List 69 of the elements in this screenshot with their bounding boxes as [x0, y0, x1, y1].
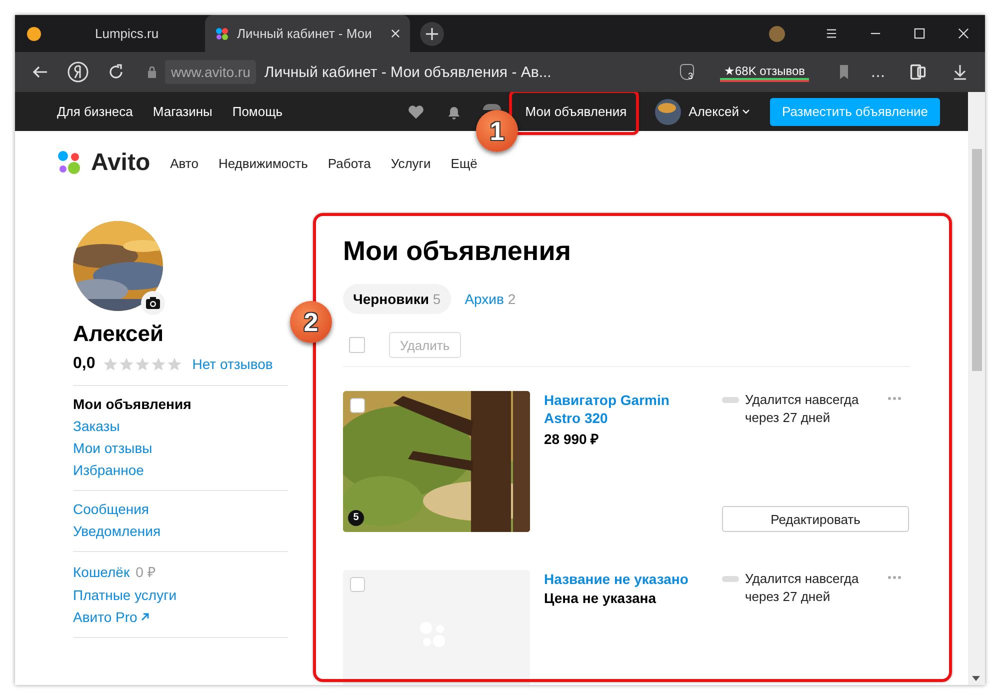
maximize-icon[interactable]	[914, 28, 924, 39]
sidebar-link[interactable]: Заказы	[73, 418, 120, 434]
checkbox[interactable]	[350, 398, 365, 413]
reviews-badge[interactable]: ★68K отзывов	[720, 62, 809, 82]
edit-button[interactable]: Редактировать	[722, 506, 909, 532]
page-title: Мои объявления	[343, 235, 572, 268]
camera-icon[interactable]	[141, 291, 165, 315]
listing-price: 28 990 ₽	[544, 430, 600, 448]
scroll-thumb[interactable]	[972, 149, 982, 371]
menu-icon[interactable]	[826, 28, 836, 39]
scrollbar[interactable]	[968, 92, 985, 685]
yandex-icon[interactable]	[67, 61, 89, 83]
tab[interactable]: Архив 2	[454, 284, 526, 314]
avito-logo[interactable]: Avito	[57, 149, 150, 177]
lock-icon	[147, 66, 157, 78]
reload-icon[interactable]	[107, 63, 125, 81]
category-link[interactable]: Ещё	[450, 156, 478, 170]
step-badge: 1	[476, 110, 518, 152]
category-link[interactable]: Авто	[170, 156, 198, 170]
tab[interactable]: Черновики 5	[343, 284, 451, 314]
category-link[interactable]: Услуги	[390, 156, 431, 170]
listing-title[interactable]: Название не указано	[544, 570, 709, 588]
deletion-note: Удалится навсегда через 27 дней	[745, 391, 860, 427]
rating-value: 0,0	[73, 355, 96, 373]
reviews-link[interactable]: Нет отзывов	[192, 356, 273, 372]
new-tab-button[interactable]	[420, 22, 444, 46]
browser-tab[interactable]: Lumpics.ru	[55, 15, 205, 52]
sidebar-link[interactable]: Сообщения	[73, 501, 149, 517]
logo-icon	[57, 150, 83, 176]
deletion-note: Удалится навсегда через 27 дней	[745, 570, 860, 606]
sidebar-link[interactable]: Платные услуги	[73, 587, 177, 603]
status-bar-icon	[722, 397, 739, 403]
heart-icon[interactable]	[407, 102, 426, 120]
chat-icon[interactable]	[483, 104, 502, 110]
checkbox[interactable]	[349, 337, 365, 353]
more-button[interactable]: ...	[865, 62, 891, 82]
avito-logo-icon	[215, 26, 229, 40]
site-link[interactable]: Для бизнеса	[57, 104, 133, 119]
close-icon[interactable]	[958, 28, 968, 39]
sidebar-link[interactable]: Мои отзывы	[73, 440, 152, 456]
status-bar-icon	[722, 576, 739, 582]
shield-badge[interactable]: 3	[680, 64, 694, 80]
checkbox[interactable]	[350, 577, 365, 592]
sidebar-link[interactable]: Мои объявления	[73, 396, 192, 412]
site-icon	[27, 26, 41, 40]
download-icon[interactable]	[951, 63, 969, 81]
profile-name: Алексей	[73, 321, 165, 347]
collections-icon[interactable]	[909, 63, 927, 81]
sidebar-link[interactable]: Кошелёк	[73, 564, 130, 580]
my-ads-link[interactable]: Мои объявления	[525, 104, 627, 119]
sidebar-link[interactable]: Избранное	[73, 462, 144, 478]
listing-price: Цена не указана	[544, 590, 658, 606]
address-field[interactable]: www.avito.ru Личный кабинет - Мои объявления - Ав...	[137, 58, 674, 86]
site-link[interactable]: Помощь	[232, 104, 283, 119]
site-link[interactable]: Магазины	[152, 104, 212, 119]
caret-icon	[742, 109, 750, 114]
category-link[interactable]: Работа	[328, 156, 371, 170]
wallet-balance: 0 ₽	[136, 563, 156, 581]
scroll-down-icon[interactable]	[972, 676, 980, 681]
avatar-icon[interactable]	[654, 98, 681, 124]
profile-icon[interactable]	[769, 26, 785, 42]
sidebar-link[interactable]: Уведомления	[73, 523, 161, 539]
user-menu[interactable]: Алексей	[688, 104, 750, 119]
browser-tab[interactable]: Личный кабинет - Мои	[205, 15, 410, 52]
close-icon[interactable]	[391, 29, 400, 38]
step-badge: 2	[290, 301, 332, 343]
category-link[interactable]: Недвижимость	[218, 156, 308, 170]
listing-title[interactable]: Навигатор Garmin Astro 320	[544, 391, 709, 427]
sidebar-link[interactable]: Авито Pro	[73, 609, 150, 625]
